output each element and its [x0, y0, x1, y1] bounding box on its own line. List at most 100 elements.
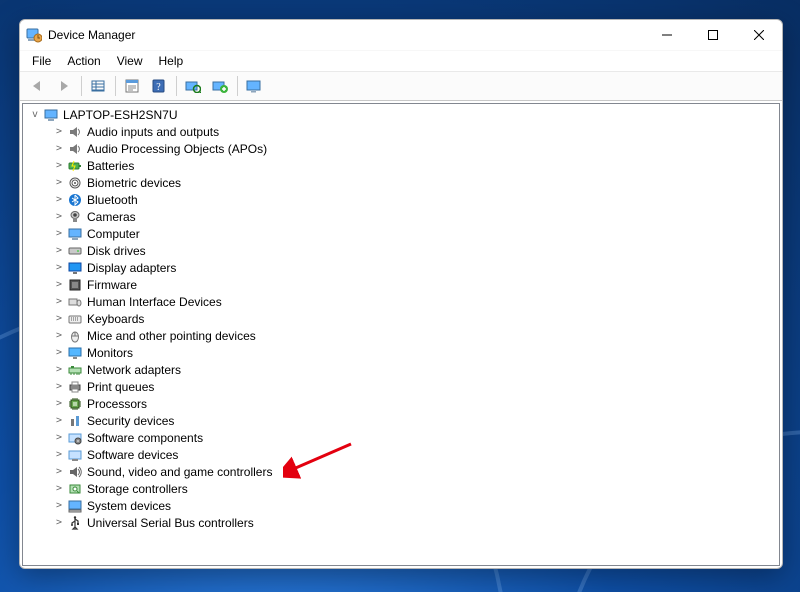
tree-node-label: Security devices	[87, 414, 174, 428]
tree-node-label: Sound, video and game controllers	[87, 465, 272, 479]
toolbar-show-hidden-button[interactable]	[85, 73, 111, 99]
camera-icon	[67, 209, 83, 225]
expand-icon[interactable]: >	[53, 449, 65, 460]
expand-icon[interactable]: >	[53, 483, 65, 494]
fingerprint-icon	[67, 175, 83, 191]
tree-node-mouse[interactable]: >Mice and other pointing devices	[23, 327, 779, 344]
sound-icon	[67, 464, 83, 480]
menu-action[interactable]: Action	[59, 52, 108, 70]
expand-icon[interactable]: >	[53, 143, 65, 154]
tree-node-label: Software components	[87, 431, 203, 445]
titlebar[interactable]: Device Manager	[20, 20, 782, 50]
tree-node-software-comp[interactable]: > Software components	[23, 429, 779, 446]
tree-node-bluetooth[interactable]: > Bluetooth	[23, 191, 779, 208]
tree-node-camera[interactable]: > Cameras	[23, 208, 779, 225]
toolbar: ?	[20, 71, 782, 101]
expand-icon[interactable]: >	[53, 211, 65, 222]
maximize-button[interactable]	[690, 20, 736, 50]
minimize-button[interactable]	[644, 20, 690, 50]
device-manager-window: Device Manager File Action View Help ? v…	[19, 19, 783, 569]
tree-node-label: Bluetooth	[87, 193, 138, 207]
menu-view[interactable]: View	[109, 52, 151, 70]
security-icon	[67, 413, 83, 429]
expand-icon[interactable]: >	[53, 279, 65, 290]
tree-node-printer[interactable]: >Print queues	[23, 378, 779, 395]
menu-help[interactable]: Help	[151, 52, 192, 70]
tree-node-security[interactable]: > Security devices	[23, 412, 779, 429]
tree-node-battery[interactable]: >Batteries	[23, 157, 779, 174]
tree-node-speaker[interactable]: > Audio Processing Objects (APOs)	[23, 140, 779, 157]
expand-icon[interactable]: >	[53, 381, 65, 392]
tree-node-sound[interactable]: > Sound, video and game controllers	[23, 463, 779, 480]
speaker-icon	[67, 141, 83, 157]
expand-icon[interactable]: >	[53, 296, 65, 307]
tree-node-cpu[interactable]: >Processors	[23, 395, 779, 412]
monitor-icon	[67, 345, 83, 361]
expand-icon[interactable]: >	[53, 415, 65, 426]
expand-icon[interactable]: >	[53, 398, 65, 409]
system-icon	[67, 498, 83, 514]
software-dev-icon	[67, 447, 83, 463]
tree-node-label: Storage controllers	[87, 482, 188, 496]
tree-node-network[interactable]: > Network adapters	[23, 361, 779, 378]
computer-icon	[67, 226, 83, 242]
bluetooth-icon	[67, 192, 83, 208]
tree-node-software-dev[interactable]: >Software devices	[23, 446, 779, 463]
tree-node-firmware[interactable]: >Firmware	[23, 276, 779, 293]
mouse-icon	[67, 328, 83, 344]
hid-icon	[67, 294, 83, 310]
tree-node-label: Universal Serial Bus controllers	[87, 516, 254, 530]
tree-node-hid[interactable]: > Human Interface Devices	[23, 293, 779, 310]
speaker-icon	[67, 124, 83, 140]
expand-icon[interactable]: >	[53, 432, 65, 443]
computer-icon	[43, 107, 59, 123]
tree-node-fingerprint[interactable]: >Biometric devices	[23, 174, 779, 191]
tree-node-usb[interactable]: > Universal Serial Bus controllers	[23, 514, 779, 531]
tree-node-label: Audio Processing Objects (APOs)	[87, 142, 267, 156]
toolbar-help-button[interactable]: ?	[146, 73, 172, 99]
expand-icon[interactable]: >	[53, 313, 65, 324]
menu-file[interactable]: File	[24, 52, 59, 70]
display-icon	[67, 260, 83, 276]
expand-icon[interactable]: >	[53, 126, 65, 137]
toolbar-properties-button[interactable]	[119, 73, 145, 99]
device-tree-pane[interactable]: vLAPTOP-ESH2SN7U>Audio inputs and output…	[22, 103, 780, 566]
tree-node-label: Display adapters	[87, 261, 176, 275]
usb-icon	[67, 515, 83, 531]
tree-node-display[interactable]: > Display adapters	[23, 259, 779, 276]
toolbar-add-legacy-button[interactable]	[207, 73, 233, 99]
tree-node-keyboard[interactable]: > Keyboards	[23, 310, 779, 327]
tree-node-disk[interactable]: >Disk drives	[23, 242, 779, 259]
tree-node-storage[interactable]: > Storage controllers	[23, 480, 779, 497]
tree-node-speaker[interactable]: >Audio inputs and outputs	[23, 123, 779, 140]
expand-icon[interactable]: >	[53, 500, 65, 511]
toolbar-monitor-button[interactable]	[241, 73, 267, 99]
expand-icon[interactable]: >	[53, 364, 65, 375]
expand-icon[interactable]: >	[53, 466, 65, 477]
expand-icon[interactable]: >	[53, 177, 65, 188]
tree-node-label: Cameras	[87, 210, 136, 224]
tree-node-label: Keyboards	[87, 312, 144, 326]
menubar: File Action View Help	[20, 50, 782, 71]
tree-root[interactable]: vLAPTOP-ESH2SN7U	[23, 106, 779, 123]
expand-icon[interactable]: >	[53, 330, 65, 341]
tree-node-system[interactable]: >System devices	[23, 497, 779, 514]
tree-node-monitor[interactable]: >Monitors	[23, 344, 779, 361]
expand-icon[interactable]: >	[53, 160, 65, 171]
tree-node-label: Human Interface Devices	[87, 295, 222, 309]
toolbar-scan-hardware-button[interactable]	[180, 73, 206, 99]
close-button[interactable]	[736, 20, 782, 50]
expand-icon[interactable]: >	[53, 517, 65, 528]
network-icon	[67, 362, 83, 378]
expand-icon[interactable]: >	[53, 228, 65, 239]
expand-icon[interactable]: v	[29, 109, 41, 120]
expand-icon[interactable]: >	[53, 347, 65, 358]
tree-node-label: Network adapters	[87, 363, 181, 377]
toolbar-back-button	[24, 73, 50, 99]
tree-node-label: Computer	[87, 227, 140, 241]
expand-icon[interactable]: >	[53, 245, 65, 256]
expand-icon[interactable]: >	[53, 194, 65, 205]
keyboard-icon	[67, 311, 83, 327]
tree-node-computer[interactable]: > Computer	[23, 225, 779, 242]
expand-icon[interactable]: >	[53, 262, 65, 273]
